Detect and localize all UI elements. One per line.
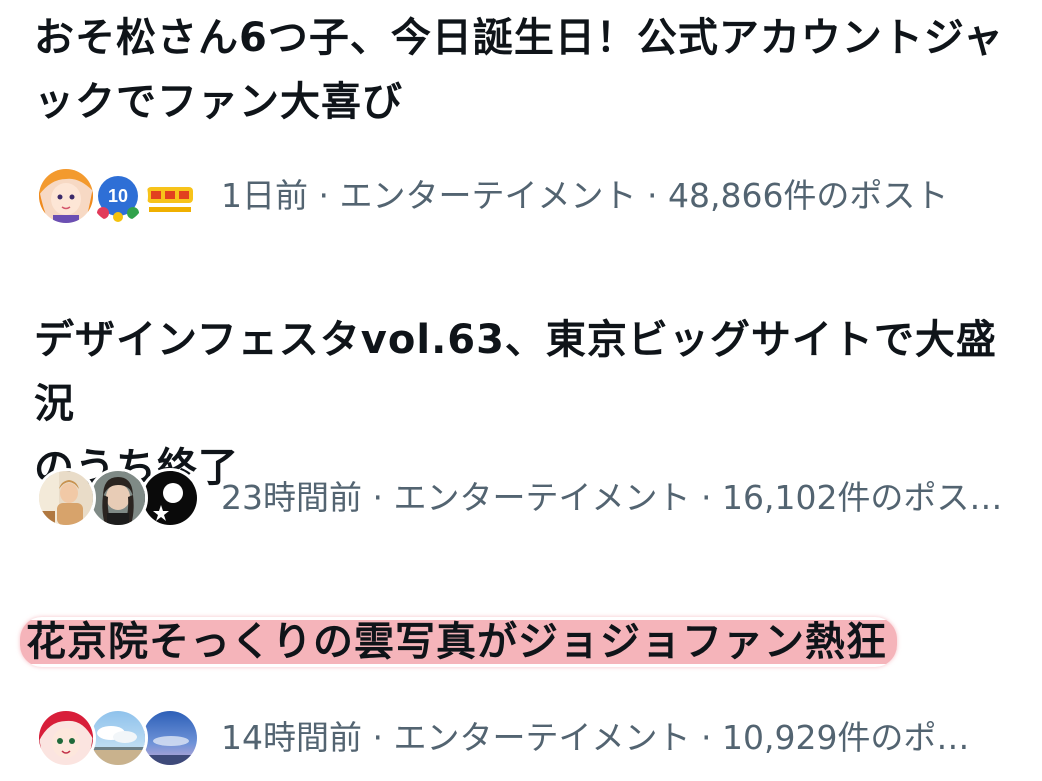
trend-meta-text: 14時間前 · エンターテイメント · 10,929件のポ…: [221, 706, 969, 770]
trend-time: 14時間前: [221, 718, 362, 757]
photo-person-avatar: [36, 468, 96, 528]
trend-title-line1: おそ松さん6つ子、今日誕生日！公式アカウントジャ: [34, 15, 1004, 61]
trend-category: エンターテイメント: [393, 478, 691, 517]
avatar-stack: 10: [36, 164, 200, 228]
trend-meta: 10 1日前 · エンターテイメント · 48,866件のポスト: [36, 164, 948, 228]
black-white-star-avatar: [140, 468, 200, 528]
avatar-stack: [36, 706, 200, 770]
trend-item[interactable]: おそ松さん6つ子、今日誕生日！公式アカウントジャ ックでファン大喜び 10 1日…: [0, 0, 1042, 240]
trend-meta-text: 23時間前 · エンターテイメント · 16,102件のポス…: [221, 466, 1002, 530]
yellow-logo-avatar: [140, 166, 200, 226]
trend-meta-text: 1日前 · エンターテイメント · 48,866件のポスト: [221, 164, 948, 228]
trend-item[interactable]: 花京院そっくりの雲写真がジョジョファン熱狂 14時間前 · エンターテイメント …: [0, 600, 1042, 781]
red-haired-character-avatar: [36, 708, 96, 768]
trend-title-line2: ックでファン大喜び: [34, 79, 403, 125]
meta-separator: ·: [362, 478, 394, 517]
trend-item[interactable]: デザインフェスタvol.63、東京ビッグサイトで大盛況 のうち終了 23時間前 …: [0, 300, 1042, 540]
trend-category: エンターテイメント: [393, 718, 691, 757]
meta-separator: ·: [362, 718, 394, 757]
meta-separator: ·: [636, 176, 668, 215]
trend-post-count: 48,866件のポスト: [667, 176, 949, 215]
trend-post-count: 16,102件のポス…: [721, 478, 1003, 517]
meta-separator: ·: [690, 718, 722, 757]
trend-time: 1日前: [221, 176, 308, 215]
meta-separator: ·: [308, 176, 340, 215]
orange-haired-character-avatar: [36, 166, 96, 226]
trend-title[interactable]: おそ松さん6つ子、今日誕生日！公式アカウントジャ ックでファン大喜び: [34, 6, 1024, 134]
svg-text:10: 10: [108, 186, 128, 206]
trend-time: 23時間前: [221, 478, 362, 517]
trend-title-highlighted: 花京院そっくりの雲写真がジョジョファン熱狂: [20, 617, 897, 667]
trend-title-line1: デザインフェスタvol.63、東京ビッグサイトで大盛況: [34, 317, 997, 427]
trend-post-count: 10,929件のポ…: [721, 718, 970, 757]
meta-separator: ·: [690, 478, 722, 517]
anime-logo-10th-avatar: 10: [88, 166, 148, 226]
avatar-stack: [36, 466, 200, 530]
trend-title[interactable]: 花京院そっくりの雲写真がジョジョファン熱狂: [20, 610, 1024, 674]
trend-meta: 23時間前 · エンターテイメント · 16,102件のポス…: [36, 466, 1002, 530]
cloud-landscape-avatar: [88, 708, 148, 768]
trend-meta: 14時間前 · エンターテイメント · 10,929件のポ…: [36, 706, 969, 770]
dark-haired-person-avatar: [88, 468, 148, 528]
blue-sky-avatar: [140, 708, 200, 768]
trend-category: エンターテイメント: [339, 176, 637, 215]
